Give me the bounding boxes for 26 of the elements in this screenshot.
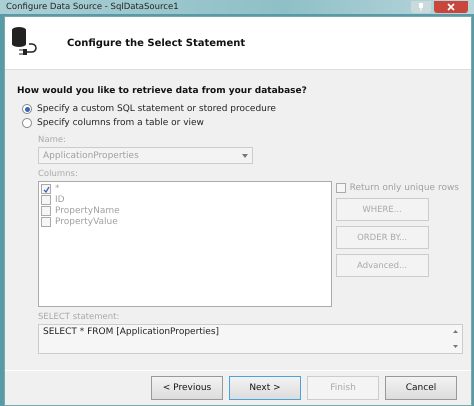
help-button[interactable] xyxy=(411,1,431,13)
column-name: ID xyxy=(55,195,65,205)
close-button[interactable] xyxy=(434,1,468,13)
columns-label: Columns: xyxy=(38,169,79,179)
header-title: Configure the Select Statement xyxy=(67,38,246,48)
option-label[interactable]: Specify a custom SQL statement or stored procedure xyxy=(37,104,276,114)
question-text: How would you like to retrieve data from your database? xyxy=(17,86,308,96)
name-label: Name: xyxy=(38,135,67,145)
column-name: PropertyValue xyxy=(55,217,118,227)
caret-icon xyxy=(242,154,248,158)
radio-button[interactable] xyxy=(22,118,32,128)
checkbox-label: Return only unique rows xyxy=(350,183,459,193)
statement-field[interactable]: SELECT * FROM [ApplicationProperties] xyxy=(38,324,463,354)
column-name: PropertyName xyxy=(55,206,120,216)
statement-label: SELECT statement: xyxy=(38,312,120,322)
wizard-button[interactable]: Next > xyxy=(229,376,301,400)
wizard-button[interactable]: Cancel xyxy=(385,376,457,400)
option-label[interactable]: Specify columns from a table or view xyxy=(37,118,204,128)
radio-button[interactable] xyxy=(22,104,32,114)
wizard-button[interactable]: < Previous xyxy=(151,376,223,400)
close-icon xyxy=(447,3,455,11)
column-name: * xyxy=(55,184,60,194)
window-title: Configure Data Source - SqlDataSource1 xyxy=(6,2,180,12)
statement-text: SELECT * FROM [ApplicationProperties] xyxy=(43,327,220,339)
pin-icon xyxy=(418,3,424,11)
dropdown-value: ApplicationProperties xyxy=(43,150,139,160)
